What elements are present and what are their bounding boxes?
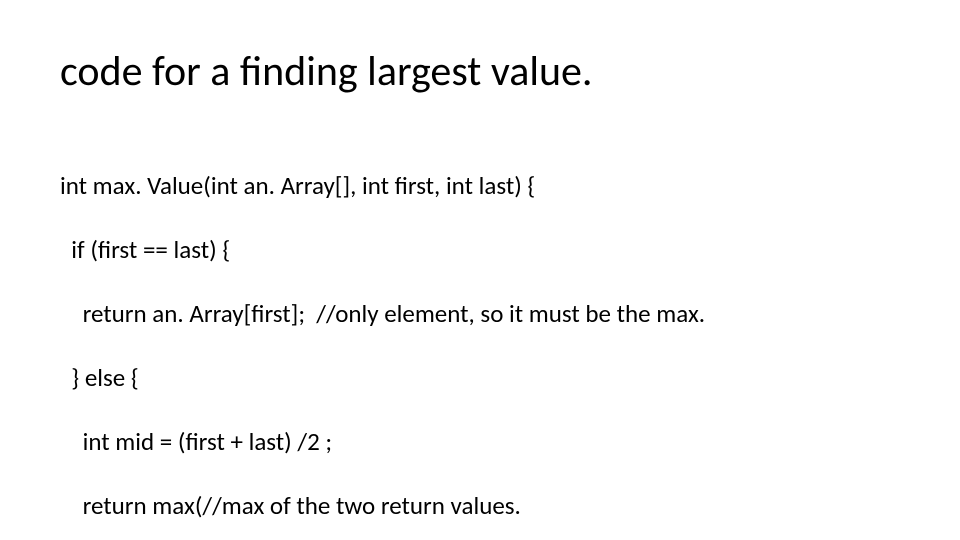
code-block: int max. Value(int an. Array[], int firs… (60, 138, 900, 540)
code-line: return an. Array[first]; //only element,… (60, 298, 900, 330)
code-line: if (first == last) { (60, 234, 900, 266)
code-line: return max(//max of the two return value… (60, 490, 900, 522)
slide-title: code for a finding largest value. (60, 48, 900, 96)
code-line: int max. Value(int an. Array[], int firs… (60, 170, 900, 202)
code-line: } else { (60, 362, 900, 394)
code-line: int mid = (first + last) /2 ; (60, 426, 900, 458)
slide: code for a finding largest value. int ma… (0, 0, 960, 540)
